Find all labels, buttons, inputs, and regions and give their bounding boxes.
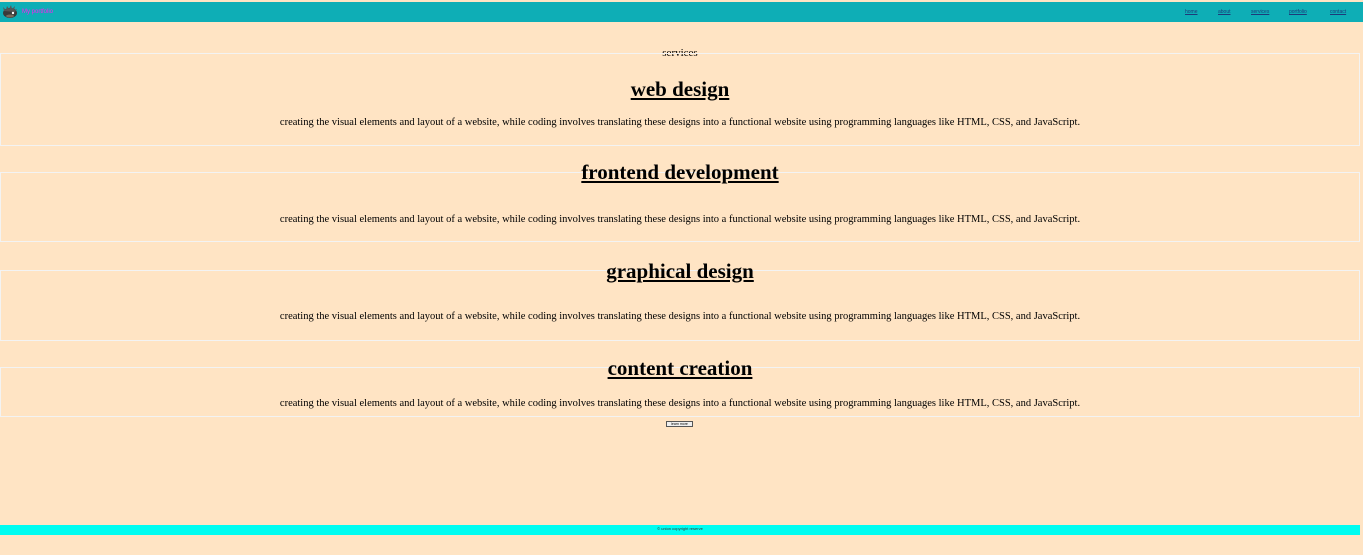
learn-more-button[interactable]: learn more [666, 421, 693, 427]
brand-name[interactable]: My portfolio [22, 7, 53, 17]
footer-copyright: © union copyright reserve [657, 526, 703, 531]
nav-link-about[interactable]: about [1218, 7, 1231, 17]
service-heading: content creation [607, 356, 753, 380]
header-bar: My portfolio home about services portfol… [0, 2, 1363, 22]
hedgehog-logo-icon[interactable] [2, 4, 18, 20]
page: My portfolio home about services portfol… [0, 0, 1363, 555]
service-heading: frontend development [581, 160, 779, 184]
service-description: creating the visual elements and layout … [279, 214, 1081, 225]
nav-link-services[interactable]: services [1251, 7, 1269, 17]
service-description: creating the visual elements and layout … [279, 117, 1081, 128]
service-heading: web design [630, 77, 730, 101]
nav-link-home[interactable]: home [1185, 7, 1198, 17]
main-nav: home about services portfolio contact [1163, 7, 1363, 17]
service-heading: graphical design [606, 259, 754, 283]
service-description: creating the visual elements and layout … [279, 398, 1081, 409]
footer-bar: © union copyright reserve [0, 525, 1360, 535]
nav-link-portfolio[interactable]: portfolio [1289, 7, 1307, 17]
nav-link-contact[interactable]: contact [1330, 7, 1346, 17]
service-description: creating the visual elements and layout … [279, 311, 1081, 322]
